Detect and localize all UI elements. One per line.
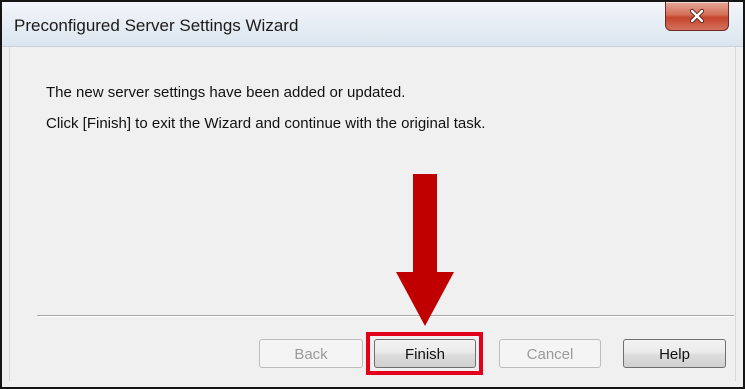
cancel-button[interactable]: Cancel — [499, 339, 601, 368]
close-icon — [666, 6, 728, 27]
help-button[interactable]: Help — [623, 339, 726, 368]
message-line-1: The new server settings have been added … — [46, 84, 406, 101]
title-bar[interactable]: Preconfigured Server Settings Wizard — [2, 2, 743, 47]
separator — [37, 315, 734, 317]
wizard-window: Preconfigured Server Settings Wizard The… — [0, 0, 745, 389]
close-button[interactable] — [665, 2, 729, 31]
back-button[interactable]: Back — [259, 339, 363, 368]
finish-highlight-box — [366, 332, 483, 375]
window-title: Preconfigured Server Settings Wizard — [14, 16, 299, 35]
message-line-2: Click [Finish] to exit the Wizard and co… — [46, 115, 486, 132]
arrow-down-icon — [396, 174, 454, 331]
